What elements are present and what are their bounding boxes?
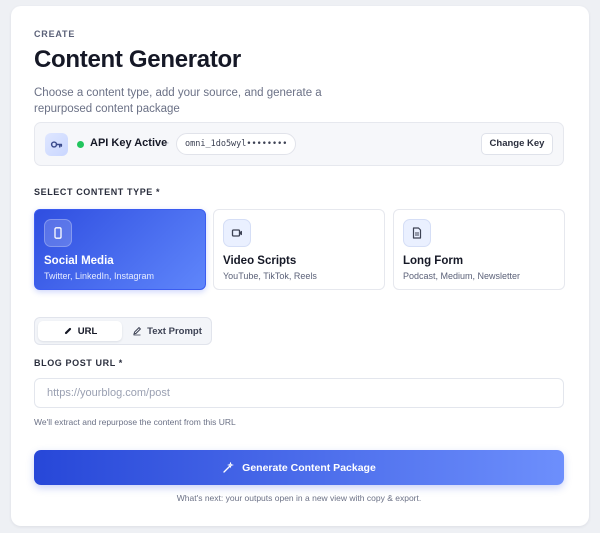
video-icon: [223, 219, 251, 247]
tab-url-label: URL: [77, 325, 98, 337]
api-key-status: API Key Active: [90, 137, 168, 149]
change-key-button[interactable]: Change Key: [481, 133, 553, 155]
separator: ·: [166, 137, 170, 149]
tab-text-prompt[interactable]: Text Prompt: [125, 321, 209, 341]
api-key-bar: API Key Active · omni_1do5wyl•••••••• Ch…: [34, 122, 564, 166]
content-type-platforms: YouTube, TikTok, Reels: [223, 271, 317, 281]
generate-button-label: Generate Content Package: [242, 461, 376, 474]
blog-post-url-input[interactable]: [34, 378, 564, 408]
content-type-platforms: Podcast, Medium, Newsletter: [403, 271, 521, 281]
content-type-name: Long Form: [403, 255, 464, 267]
tab-url[interactable]: URL: [38, 321, 122, 341]
generate-content-package-button[interactable]: Generate Content Package: [34, 450, 564, 485]
content-type-label: SELECT CONTENT TYPE *: [34, 187, 161, 197]
content-type-long-form[interactable]: Long Form Podcast, Medium, Newsletter: [393, 209, 565, 290]
content-type-video-scripts[interactable]: Video Scripts YouTube, TikTok, Reels: [213, 209, 385, 290]
link-icon: [64, 327, 71, 335]
content-type-social-media[interactable]: Social Media Twitter, LinkedIn, Instagra…: [34, 209, 206, 290]
status-dot-icon: [77, 141, 84, 148]
pencil-icon: [133, 326, 142, 336]
eyebrow-label: CREATE: [34, 29, 76, 39]
blog-post-url-label: BLOG POST URL *: [34, 358, 123, 368]
phone-icon: [44, 219, 72, 247]
document-icon: [403, 219, 431, 247]
content-generator-card: CREATE Content Generator Choose a conten…: [11, 6, 589, 526]
content-type-name: Video Scripts: [223, 255, 297, 267]
key-icon: [45, 133, 68, 156]
masked-api-key: omni_1do5wyl••••••••: [176, 133, 297, 155]
page-title: Content Generator: [34, 46, 241, 73]
whats-next-note: What's next: your outputs open in a new …: [176, 493, 422, 503]
page-subtitle: Choose a content type, add your source, …: [34, 87, 322, 115]
content-type-platforms: Twitter, LinkedIn, Instagram: [44, 271, 155, 281]
source-mode-toggle: URL Text Prompt: [34, 317, 212, 345]
tab-text-prompt-label: Text Prompt: [147, 325, 202, 337]
url-hint: We'll extract and repurpose the content …: [34, 417, 236, 427]
wand-icon: [223, 461, 235, 473]
content-type-name: Social Media: [44, 255, 114, 267]
key-icon-glyph: [50, 141, 63, 148]
